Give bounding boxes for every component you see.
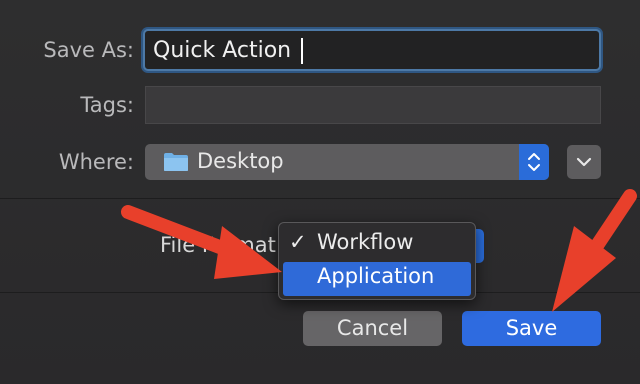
chevron-down-icon bbox=[576, 157, 592, 167]
where-label: Where: bbox=[58, 150, 134, 174]
tags-label: Tags: bbox=[80, 93, 134, 117]
menu-item-workflow[interactable]: ✓ Workflow bbox=[283, 228, 471, 262]
checkmark-icon: ✓ bbox=[289, 230, 307, 254]
where-popup-button[interactable]: Desktop bbox=[145, 144, 549, 180]
file-format-label: File Format: bbox=[160, 233, 283, 257]
up-down-chevron-icon[interactable] bbox=[519, 144, 549, 180]
save-button[interactable]: Save bbox=[462, 311, 601, 346]
menu-item-label: Application bbox=[317, 264, 435, 288]
menu-item-application[interactable]: Application bbox=[283, 262, 471, 296]
red-arrow-icon bbox=[552, 189, 637, 312]
menu-item-label: Workflow bbox=[317, 230, 414, 254]
save-as-label: Save As: bbox=[43, 38, 134, 62]
save-dialog: Save As: Quick Action Tags: Where: Deskt… bbox=[0, 0, 640, 384]
text-caret bbox=[301, 38, 303, 64]
folder-icon bbox=[164, 153, 188, 171]
cancel-button[interactable]: Cancel bbox=[303, 311, 442, 346]
save-as-field[interactable]: Quick Action bbox=[143, 29, 601, 71]
tags-field[interactable] bbox=[145, 86, 601, 124]
where-value: Desktop bbox=[197, 149, 284, 173]
divider bbox=[0, 198, 640, 199]
save-as-value: Quick Action bbox=[153, 38, 292, 63]
file-format-menu: ✓ Workflow Application bbox=[278, 222, 476, 300]
expand-dialog-button[interactable] bbox=[567, 145, 601, 179]
